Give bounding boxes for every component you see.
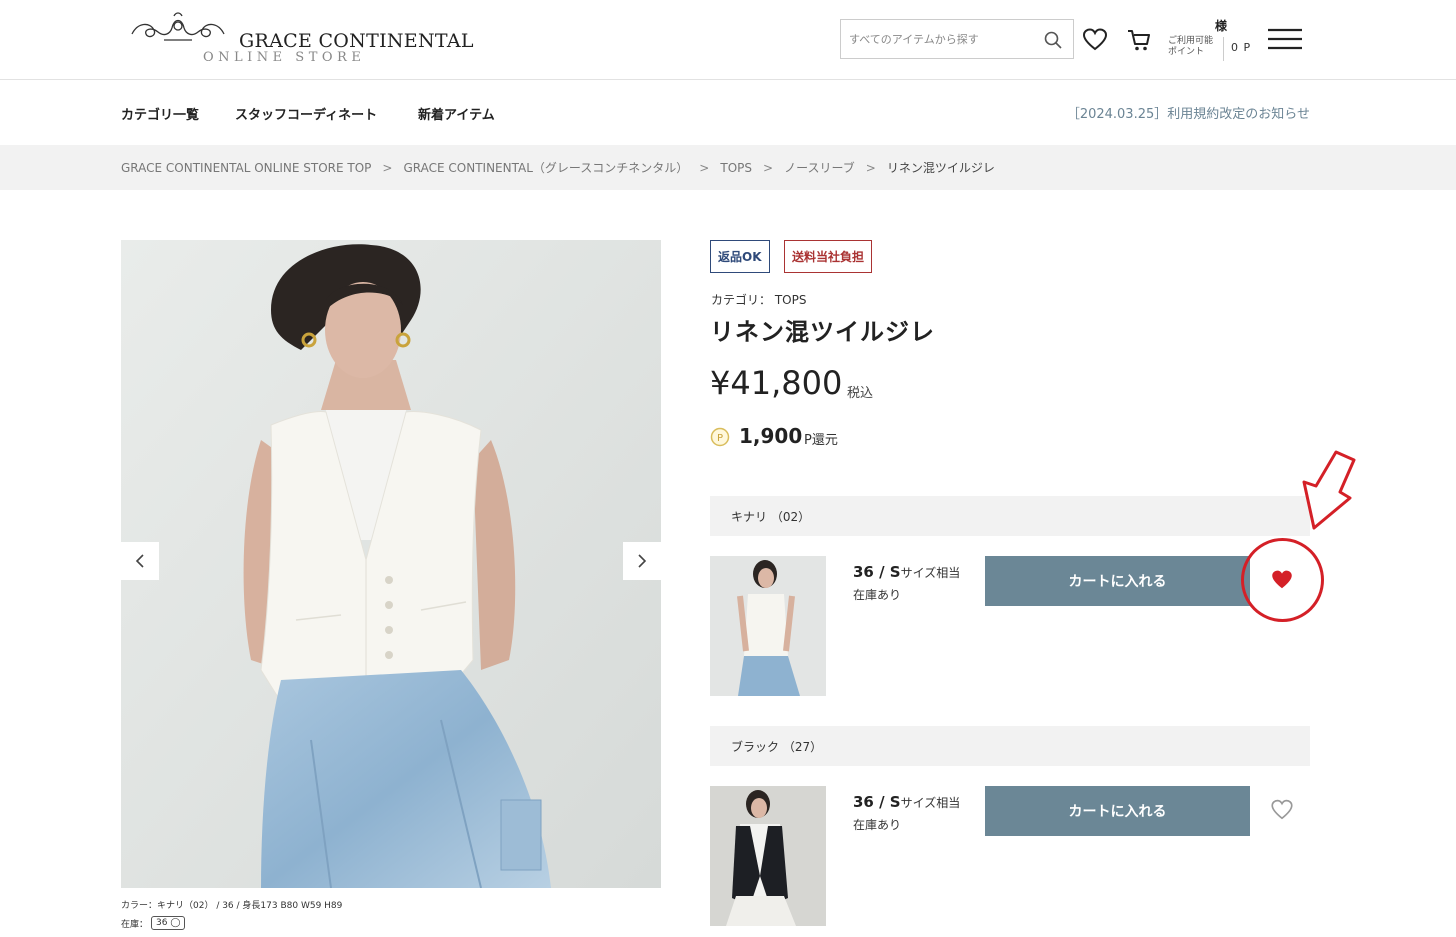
add-to-cart-button[interactable]: カートに入れる xyxy=(985,556,1250,606)
nav-item-categories[interactable]: カテゴリ一覧 xyxy=(121,104,199,123)
variant-size-value: 36 / S xyxy=(853,563,901,581)
image-stock-line: 在庫： 36 ◯ xyxy=(121,916,186,930)
user-name[interactable]: 様 xyxy=(1215,17,1227,34)
variant-size: 36 / Sサイズ相当 xyxy=(853,793,960,811)
variant-stock-status: 在庫あり xyxy=(853,818,902,832)
breadcrumb: GRACE CONTINENTAL ONLINE STORE TOP > GRA… xyxy=(0,145,1456,190)
breadcrumb-separator: > xyxy=(382,160,393,175)
points-unit: P還元 xyxy=(804,433,838,448)
search-icon[interactable] xyxy=(1043,30,1063,50)
product-main-image[interactable] xyxy=(121,240,661,888)
variant-size: 36 / Sサイズ相当 xyxy=(853,563,960,581)
nav-item-staff-coordinate[interactable]: スタッフコーディネート xyxy=(235,104,377,123)
image-caption: カラー：キナリ（02） / 36 / 身長173 B80 W59 H89 xyxy=(121,901,343,911)
variant-size-value: 36 / S xyxy=(853,793,901,811)
favorite-heart-outline-icon[interactable] xyxy=(1266,794,1298,826)
hamburger-menu-icon[interactable] xyxy=(1268,28,1302,50)
badge-free-shipping: 送料当社負担 xyxy=(784,240,873,273)
breadcrumb-item-sleeveless[interactable]: ノースリーブ xyxy=(784,159,855,176)
chevron-left-icon xyxy=(135,554,144,568)
logo-title: GRACE CONTINENTAL xyxy=(239,30,474,52)
model-photo xyxy=(121,240,661,888)
product-category: カテゴリ： TOPS xyxy=(711,293,807,307)
variant-color-header: キナリ （02） xyxy=(710,496,1310,536)
favorites-heart-icon[interactable] xyxy=(1082,27,1108,53)
image-next-button[interactable] xyxy=(623,542,661,580)
image-prev-button[interactable] xyxy=(121,542,159,580)
product-title: リネン混ツイルジレ xyxy=(710,318,935,346)
breadcrumb-item-tops[interactable]: TOPS xyxy=(720,161,752,175)
breadcrumb-separator: > xyxy=(699,160,710,175)
add-to-cart-button[interactable]: カートに入れる xyxy=(985,786,1250,836)
cart-icon[interactable] xyxy=(1126,27,1152,53)
badge-returnable: 返品OK xyxy=(710,240,770,273)
tax-label: 税込 xyxy=(847,386,874,401)
notice-link[interactable]: ［2024.03.25］利用規約改定のお知らせ xyxy=(1067,103,1310,122)
breadcrumb-separator: > xyxy=(763,160,774,175)
chevron-right-icon xyxy=(638,554,647,568)
variant-size-note: サイズ相当 xyxy=(900,796,961,810)
site-header: GRACE CONTINENTAL ONLINE STORE 様 ご利用可能ポイ… xyxy=(0,0,1456,80)
variant-thumbnail[interactable] xyxy=(710,786,826,926)
point-divider xyxy=(1223,37,1224,61)
annotation-arrow-icon xyxy=(1302,450,1356,530)
stock-size-chip: 36 ◯ xyxy=(151,916,186,930)
breadcrumb-item-top[interactable]: GRACE CONTINENTAL ONLINE STORE TOP xyxy=(121,161,371,175)
store-logo[interactable]: GRACE CONTINENTAL ONLINE STORE xyxy=(128,10,473,70)
point-label: ご利用可能ポイント xyxy=(1168,36,1214,57)
nav-item-new-arrivals[interactable]: 新着アイテム xyxy=(418,104,495,123)
variant-thumbnail[interactable] xyxy=(710,556,826,696)
svg-text:P: P xyxy=(717,433,723,444)
points-amount: 1,900 xyxy=(739,424,803,448)
breadcrumb-separator: > xyxy=(865,160,876,175)
global-nav: カテゴリ一覧 スタッフコーディネート 新着アイテム ［2024.03.25］利用… xyxy=(0,80,1456,145)
annotation-highlight-circle xyxy=(1241,538,1324,622)
logo-subtitle: ONLINE STORE xyxy=(203,50,366,65)
variant-color-header: ブラック （27） xyxy=(710,726,1310,766)
variant-size-note: サイズ相当 xyxy=(900,566,961,580)
variant-photo-black xyxy=(710,786,826,926)
point-coin-icon: P xyxy=(710,427,730,447)
search-input[interactable] xyxy=(841,20,1031,58)
search-box xyxy=(840,19,1074,59)
point-value: 0 P xyxy=(1231,41,1252,54)
breadcrumb-item-brand[interactable]: GRACE CONTINENTAL（グレースコンチネンタル） xyxy=(403,159,688,176)
stock-line-label: 在庫： xyxy=(121,919,149,930)
product-price: ¥41,800 xyxy=(710,364,843,402)
logo-ornament-icon xyxy=(131,12,225,41)
variant-photo-ecru xyxy=(710,556,826,696)
breadcrumb-item-current: リネン混ツイルジレ xyxy=(886,161,995,175)
variant-stock-status: 在庫あり xyxy=(853,588,902,602)
